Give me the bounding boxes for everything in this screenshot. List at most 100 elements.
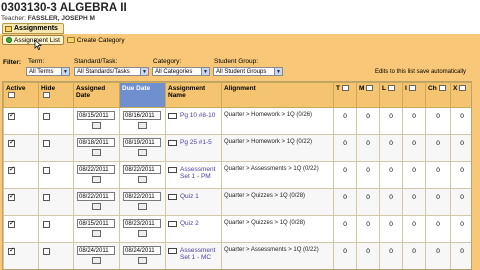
column-i[interactable]: I xyxy=(402,82,426,108)
column-ch[interactable]: Ch xyxy=(425,82,451,108)
due-date-cell: 08/22/2011 xyxy=(119,188,166,216)
category-select[interactable]: All Categories ▼ xyxy=(152,67,210,76)
tab-assignments[interactable]: Assignments xyxy=(2,23,64,34)
course-title: 0303130-3 ALGEBRA II xyxy=(1,2,127,14)
assignment-link[interactable]: Pg 25 #1-5 xyxy=(180,139,212,146)
assigned-date-input[interactable]: 08/22/2011 xyxy=(77,165,115,174)
assigned-date-input[interactable]: 08/15/2011 xyxy=(77,219,115,228)
alignment-cell: Quarter > Homework > 1Q (0/22) xyxy=(221,134,334,162)
envelope-icon[interactable] xyxy=(168,167,177,173)
group-select[interactable]: All Student Groups ▼ xyxy=(213,67,283,76)
assignment-name-cell: Pg 10 #8-10 xyxy=(165,107,222,135)
hide-checkbox[interactable] xyxy=(43,221,50,228)
column-l[interactable]: L xyxy=(379,82,403,108)
column-assigned-date[interactable]: Assigned Date xyxy=(73,82,120,108)
sort-icon[interactable] xyxy=(341,85,349,92)
hide-checkbox[interactable] xyxy=(43,248,50,255)
envelope-icon[interactable] xyxy=(168,113,177,119)
assignment-link[interactable]: Quiz 2 xyxy=(180,220,199,227)
calendar-icon[interactable] xyxy=(137,176,147,183)
column-due-date[interactable]: Due Date xyxy=(119,82,166,108)
sort-icon[interactable] xyxy=(387,85,395,92)
sort-icon[interactable] xyxy=(8,92,15,99)
due-date-input[interactable]: 08/24/2011 xyxy=(123,246,161,255)
sort-icon[interactable] xyxy=(366,85,374,92)
teacher-label: Teacher: xyxy=(1,15,28,22)
hide-cell xyxy=(38,188,74,216)
envelope-icon[interactable] xyxy=(168,194,177,200)
assigned-date-input[interactable]: 08/22/2011 xyxy=(77,192,115,201)
column-alignment[interactable]: Alignment xyxy=(221,82,334,108)
column-x[interactable]: X xyxy=(450,82,471,108)
table-row: 08/15/2011 08/23/2011 Quiz 2 Quarter > Quiz… xyxy=(3,215,471,243)
calendar-icon[interactable] xyxy=(91,176,101,183)
calendar-icon[interactable] xyxy=(137,257,147,264)
create-category-label: Create Category xyxy=(76,36,125,44)
sort-icon[interactable] xyxy=(438,85,446,92)
envelope-icon[interactable] xyxy=(168,248,177,254)
assignment-link[interactable]: Assessment Set 1 - PM xyxy=(180,166,219,180)
column-hide-label: Hide xyxy=(41,85,56,92)
assignment-link[interactable]: Pg 10 #8-10 xyxy=(180,112,215,119)
column-t-label: T xyxy=(336,85,340,92)
calendar-icon[interactable] xyxy=(137,122,147,129)
calendar-icon[interactable] xyxy=(137,230,147,237)
standard-select[interactable]: All Standards/Tasks ▼ xyxy=(74,67,149,76)
sort-icon[interactable] xyxy=(459,85,467,92)
column-active[interactable]: Active xyxy=(3,82,39,108)
column-m[interactable]: M xyxy=(356,82,380,108)
envelope-icon[interactable] xyxy=(168,140,177,146)
calendar-icon[interactable] xyxy=(91,230,101,237)
due-date-input[interactable]: 08/22/2011 xyxy=(123,165,161,174)
active-checkbox[interactable] xyxy=(8,111,15,120)
assignment-link[interactable]: Assessment Set 1 - MC xyxy=(180,247,219,261)
alignment-text: Quarter > Homework > 1Q (0/26) xyxy=(224,112,313,118)
column-t[interactable]: T xyxy=(333,82,357,108)
alignment-cell: Quarter > Homework > 1Q (0/26) xyxy=(221,107,334,135)
calendar-icon[interactable] xyxy=(91,122,101,129)
l-count: 0 xyxy=(379,215,403,243)
active-checkbox[interactable] xyxy=(8,246,15,255)
hide-checkbox[interactable] xyxy=(43,167,50,174)
calendar-icon[interactable] xyxy=(91,203,101,210)
due-date-input[interactable]: 08/16/2011 xyxy=(123,111,161,120)
active-checkbox[interactable] xyxy=(8,219,15,228)
calendar-icon[interactable] xyxy=(137,203,147,210)
active-checkbox[interactable] xyxy=(8,165,15,174)
toolbar: Assignment List Create Category xyxy=(0,34,125,46)
ch-count: 0 xyxy=(425,161,451,189)
due-date-input[interactable]: 08/23/2011 xyxy=(123,219,161,228)
assigned-date-input[interactable]: 08/18/2011 xyxy=(77,138,115,147)
l-count: 0 xyxy=(379,107,403,135)
active-cell xyxy=(3,215,39,243)
active-checkbox[interactable] xyxy=(8,192,15,201)
m-count: 0 xyxy=(356,242,380,269)
create-category-button[interactable]: Create Category xyxy=(66,35,125,45)
teacher-line: Teacher: FASSLER, JOSEPH M xyxy=(1,15,95,22)
m-count: 0 xyxy=(356,188,380,216)
i-count: 0 xyxy=(402,161,426,189)
assignment-list-button[interactable]: Assignment List xyxy=(2,35,64,45)
assigned-date-input[interactable]: 08/15/2011 xyxy=(77,111,115,120)
column-hide[interactable]: Hide xyxy=(38,82,74,108)
sort-icon[interactable] xyxy=(408,85,416,92)
calendar-icon[interactable] xyxy=(137,149,147,156)
hide-checkbox[interactable] xyxy=(43,194,50,201)
assignment-link[interactable]: Quiz 1 xyxy=(180,193,199,200)
calendar-icon[interactable] xyxy=(91,149,101,156)
term-select[interactable]: All Terms ▼ xyxy=(26,67,70,76)
envelope-icon[interactable] xyxy=(168,221,177,227)
due-date-input[interactable]: 08/19/2011 xyxy=(123,138,161,147)
column-active-label: Active xyxy=(6,85,26,92)
column-assignment-name[interactable]: Assignment Name xyxy=(165,82,222,108)
mouse-pointer-icon xyxy=(34,40,42,50)
sort-icon[interactable] xyxy=(43,92,50,99)
alignment-cell: Quarter > Quizzes > 1Q (0/28) xyxy=(221,188,334,216)
hide-checkbox[interactable] xyxy=(43,140,50,147)
hide-checkbox[interactable] xyxy=(43,113,50,120)
calendar-icon[interactable] xyxy=(91,257,101,264)
assigned-date-input[interactable]: 08/24/2011 xyxy=(77,246,115,255)
alignment-cell: Quarter > Assessments > 1Q (0/22) xyxy=(221,242,334,269)
active-checkbox[interactable] xyxy=(8,138,15,147)
due-date-input[interactable]: 08/22/2011 xyxy=(123,192,161,201)
